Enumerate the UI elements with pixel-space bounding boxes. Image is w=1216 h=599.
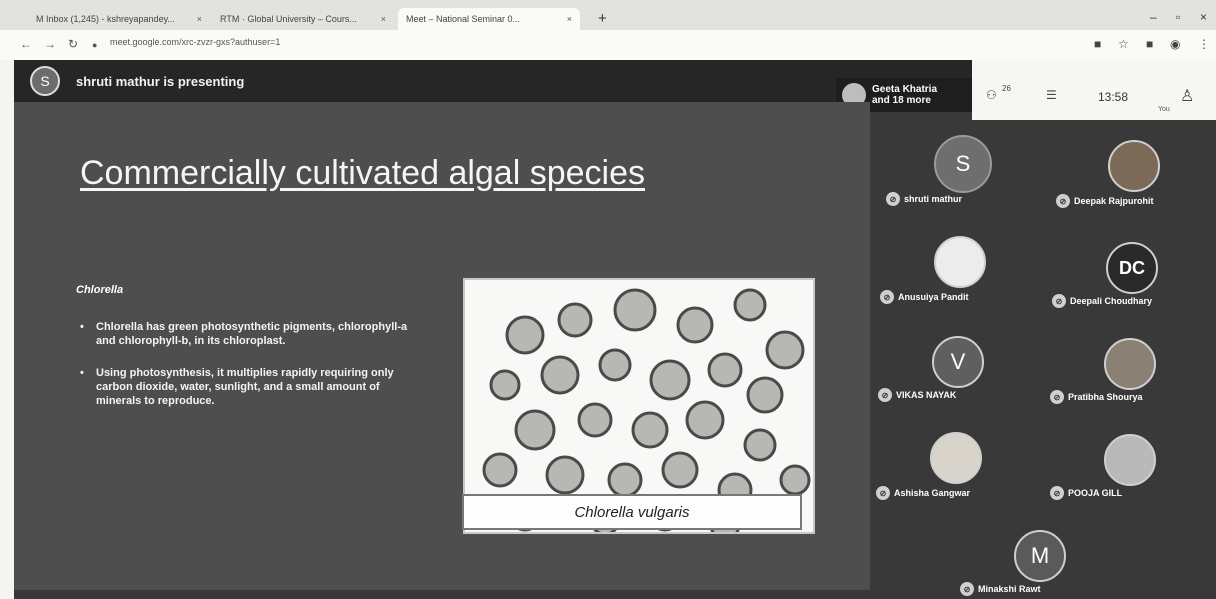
mic-off-icon: ⊘ xyxy=(1056,194,1070,208)
mic-off-icon: ⊘ xyxy=(960,582,974,596)
avatar: V xyxy=(932,336,984,388)
image-caption: Chlorella vulgaris xyxy=(462,494,802,530)
menu-icon[interactable]: ⋮ xyxy=(1198,37,1210,51)
minimize-icon[interactable]: – xyxy=(1150,10,1157,24)
meeting-clock: 13:58 xyxy=(1098,90,1129,104)
presenter-avatar: S xyxy=(30,66,60,96)
close-icon[interactable]: × xyxy=(567,14,572,24)
new-tab-button[interactable]: + xyxy=(598,10,607,27)
you-label: You xyxy=(1158,106,1170,113)
forward-icon[interactable]: → xyxy=(44,37,56,51)
presenting-label: shruti mathur is presenting xyxy=(76,74,245,89)
extension-puzzle-icon[interactable]: ■ xyxy=(1146,37,1153,51)
chat-icon[interactable]: ☰ xyxy=(1046,88,1057,102)
avatar xyxy=(1104,338,1156,390)
url-field[interactable]: meet.google.com/xrc-zvzr-gxs?authuser=1 xyxy=(110,37,280,47)
lock-icon: ● xyxy=(92,40,98,50)
mic-off-icon: ⊘ xyxy=(878,388,892,402)
list-item: Chlorella has green photosynthetic pigme… xyxy=(80,320,420,348)
browser-tab-bar: M Inbox (1,245) - kshreyapandey... × RTM … xyxy=(0,0,1216,30)
close-icon[interactable]: × xyxy=(381,14,386,24)
participant-count: 26 xyxy=(1002,84,1011,93)
browser-tab-meet[interactable]: Meet – National Seminar 0... × xyxy=(398,8,580,30)
mic-off-icon: ⊘ xyxy=(1052,294,1066,308)
slide-subheading: Chlorella xyxy=(76,284,124,296)
reload-icon[interactable]: ↻ xyxy=(68,37,78,51)
avatar xyxy=(1108,140,1160,192)
extension-icon[interactable]: ■ xyxy=(1094,37,1101,51)
browser-tab-inbox[interactable]: M Inbox (1,245) - kshreyapandey... × xyxy=(28,8,210,30)
bookmark-star-icon[interactable]: ☆ xyxy=(1118,37,1129,51)
list-item: Using photosynthesis, it multiplies rapi… xyxy=(80,366,420,408)
mic-off-icon: ⊘ xyxy=(886,192,900,206)
slide-title: Commercially cultivated algal species xyxy=(80,154,646,192)
mic-off-icon: ⊘ xyxy=(876,486,890,500)
avatar xyxy=(934,236,986,288)
browser-tab-course[interactable]: RTM · Global University – Cours... × xyxy=(212,8,394,30)
back-icon[interactable]: ← xyxy=(20,37,32,51)
mic-off-icon: ⊘ xyxy=(1050,390,1064,404)
mic-off-icon: ⊘ xyxy=(880,290,894,304)
close-icon[interactable]: × xyxy=(197,14,202,24)
avatar xyxy=(930,432,982,484)
avatar xyxy=(1104,434,1156,486)
mic-off-icon: ⊘ xyxy=(1050,486,1064,500)
avatar: M xyxy=(1014,530,1066,582)
avatar: DC xyxy=(1106,242,1158,294)
maximize-icon[interactable]: ▫ xyxy=(1176,10,1180,24)
user-avatar-icon[interactable]: ♙ xyxy=(1180,86,1194,106)
avatar: S xyxy=(934,135,992,193)
profile-icon[interactable]: ◉ xyxy=(1170,37,1180,51)
people-icon[interactable]: ⚇ xyxy=(986,88,997,102)
slide-bullets: Chlorella has green photosynthetic pigme… xyxy=(80,320,420,426)
window-close-icon[interactable]: × xyxy=(1200,10,1207,24)
